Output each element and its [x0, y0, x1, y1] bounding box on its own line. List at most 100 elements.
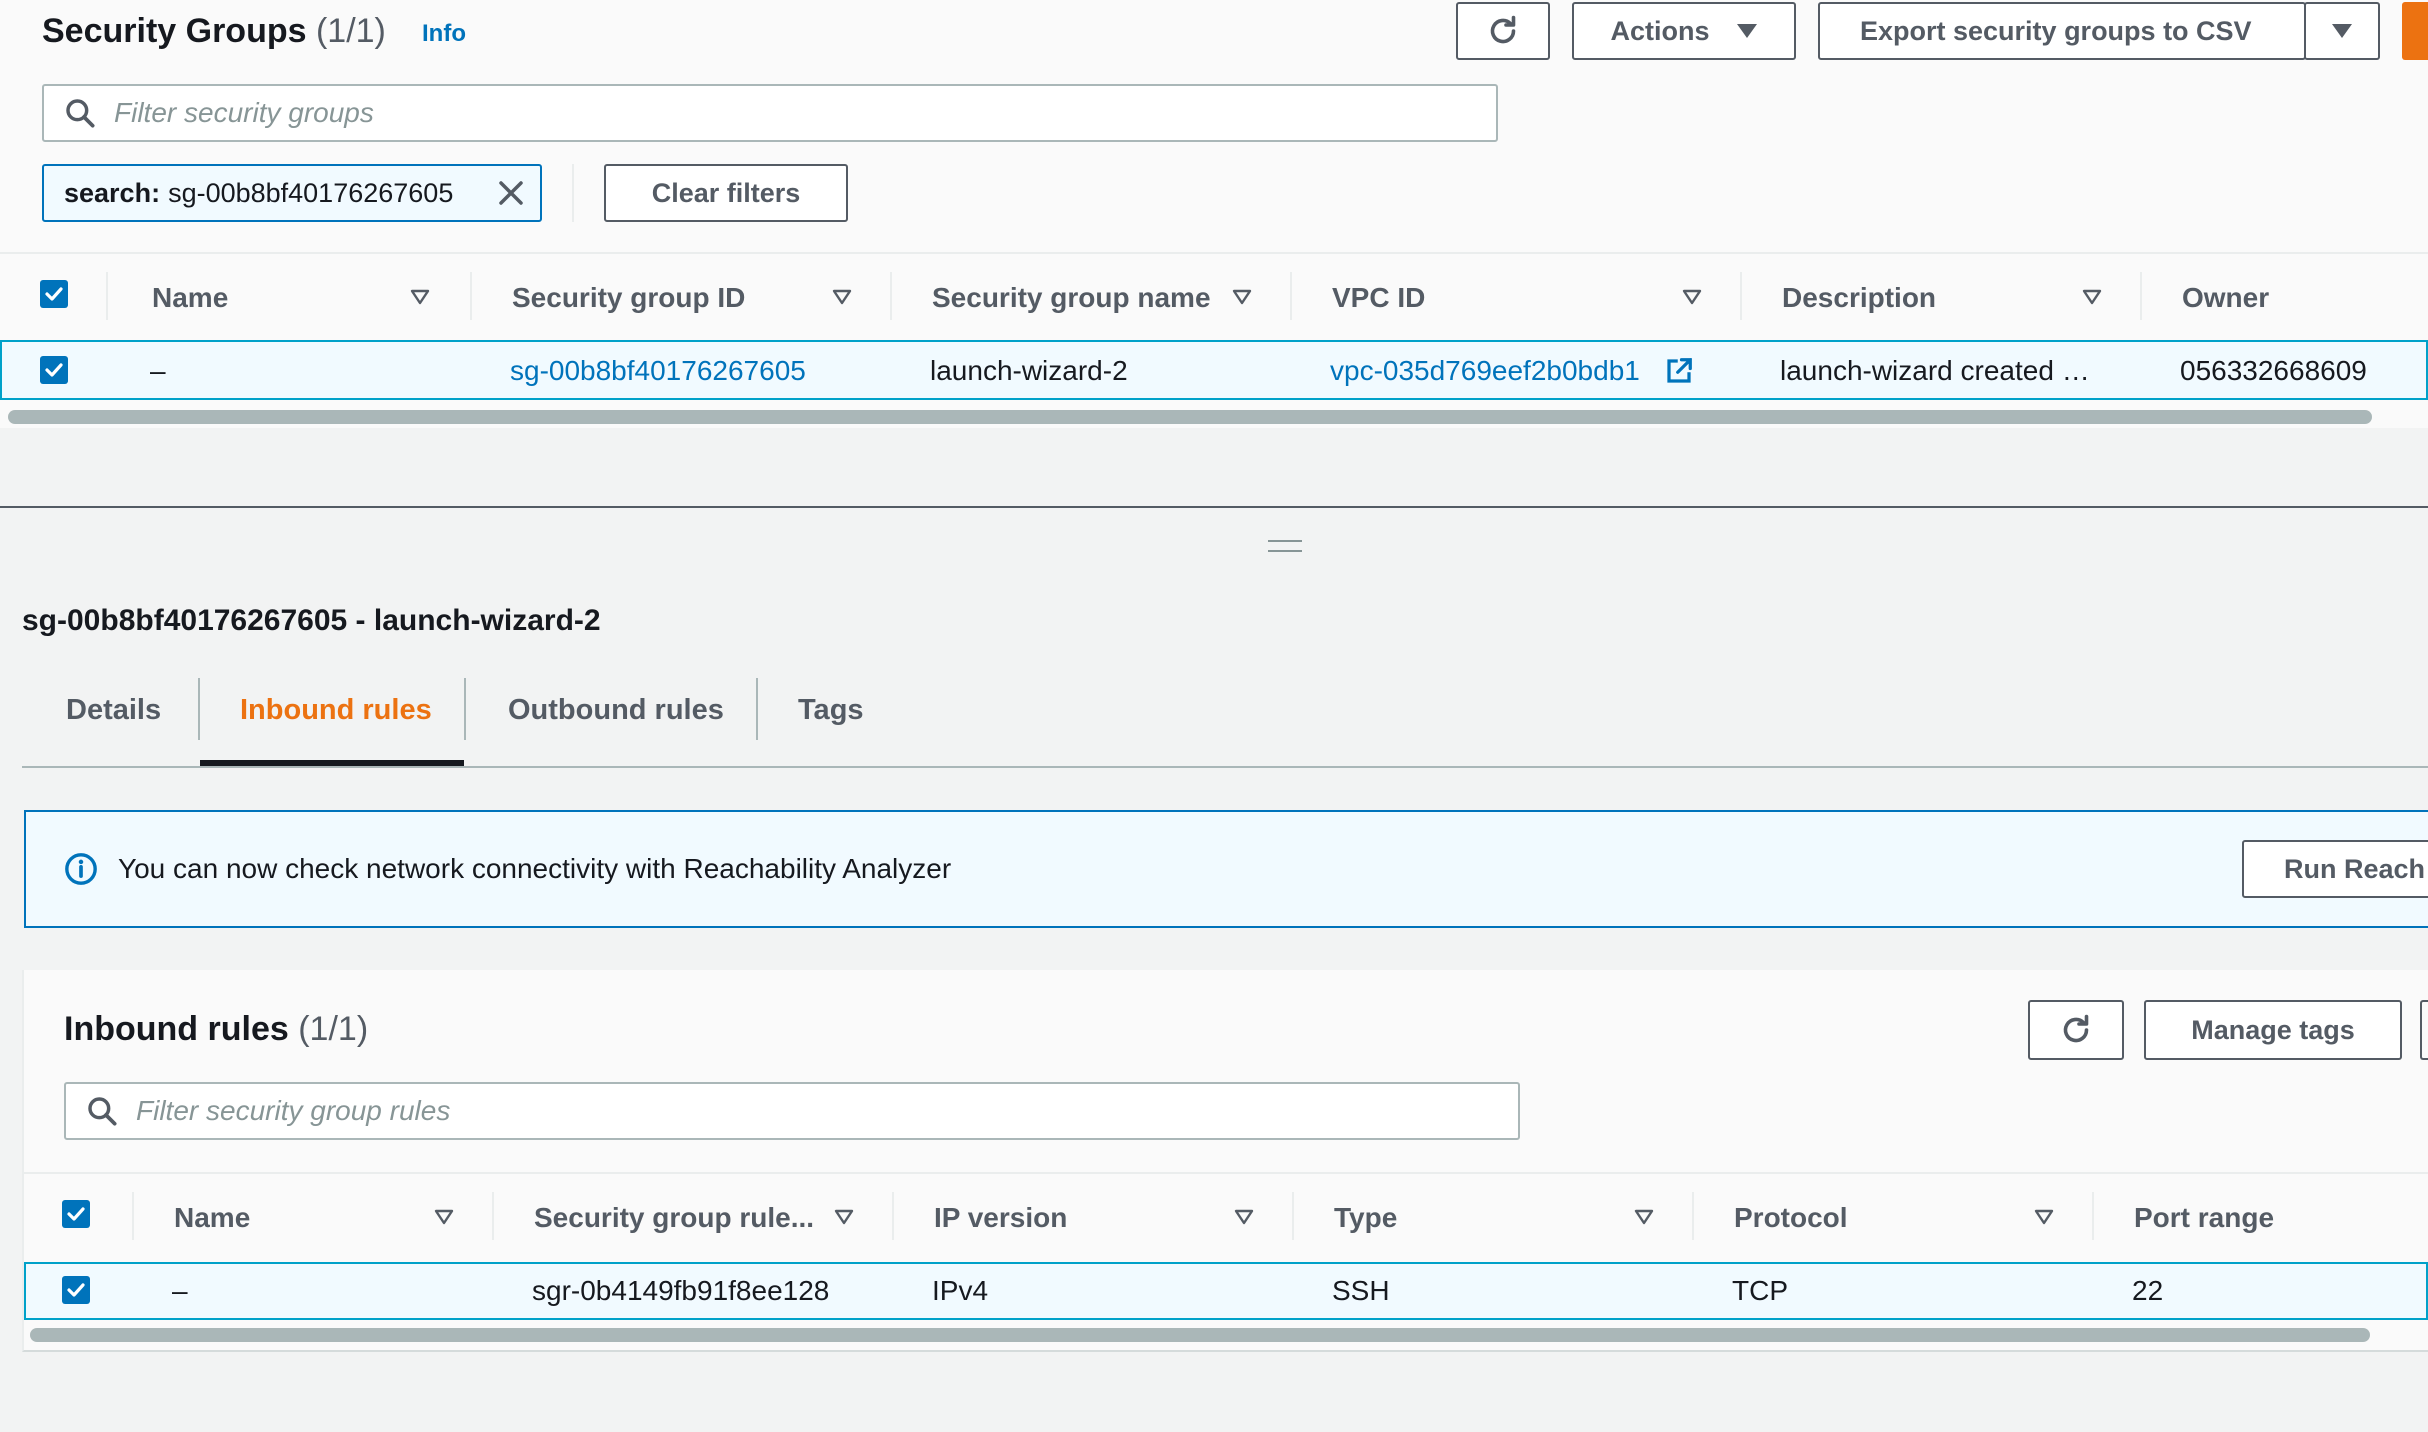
column-header-security-group-name[interactable]: Security group name [932, 282, 1211, 314]
search-icon [66, 99, 95, 128]
sort-icon[interactable] [2082, 289, 2102, 305]
tab-details[interactable]: Details [66, 694, 161, 727]
primary-action-button[interactable] [2402, 2, 2428, 60]
split-panel-divider [0, 506, 2428, 508]
export-csv-label: Export security groups to CSV [1860, 15, 2252, 46]
detail-title: sg-00b8bf40176267605 - launch-wizard-2 [22, 604, 601, 637]
inbound-cell-name: – [172, 1275, 188, 1306]
cell-vpc-id-link[interactable]: vpc-035d769eef2b0bdb1 [1330, 355, 1640, 387]
column-divider [1290, 272, 1292, 320]
inbound-column-header-port-range[interactable]: Port range [2134, 1202, 2274, 1234]
clear-filters-button[interactable]: Clear filters [604, 164, 848, 222]
tab-divider [198, 678, 200, 740]
inbound-horizontal-scrollbar[interactable] [30, 1328, 2370, 1342]
column-divider [106, 272, 108, 320]
actions-label: Actions [1610, 15, 1710, 46]
inbound-cell-ip-version: IPv4 [932, 1275, 989, 1306]
sort-icon[interactable] [832, 289, 852, 305]
sort-icon[interactable] [434, 1209, 454, 1225]
column-divider [2140, 272, 2142, 320]
select-all-checkbox[interactable] [40, 280, 68, 308]
caret-down-icon [2332, 24, 2352, 38]
table-top-border [0, 252, 2428, 254]
column-divider [470, 272, 472, 320]
tab-divider [464, 678, 466, 740]
column-divider [1740, 272, 1742, 320]
manage-tags-button[interactable]: Manage tags [2144, 1000, 2402, 1060]
cell-description: launch-wizard created … [1780, 355, 2090, 386]
column-header-security-group-id[interactable]: Security group ID [512, 282, 745, 314]
tab-outbound-rules[interactable]: Outbound rules [508, 694, 724, 727]
table-row[interactable] [24, 1262, 2428, 1320]
column-header-name[interactable]: Name [152, 282, 228, 314]
security-groups-search[interactable] [42, 84, 1498, 142]
tabs-bottom-border [22, 766, 2428, 768]
inbound-refresh-button[interactable] [2028, 1000, 2124, 1060]
tab-tags[interactable]: Tags [798, 694, 864, 727]
export-dropdown-button[interactable] [2304, 2, 2380, 60]
filter-token-key: search: [64, 177, 161, 208]
security-groups-count: (1/1) [315, 12, 386, 50]
column-divider [892, 1192, 894, 1240]
actions-button[interactable]: Actions [1572, 2, 1796, 60]
inbound-column-header-name[interactable]: Name [174, 1202, 250, 1234]
run-reachability-analyzer-label: Run Reach [2284, 853, 2426, 884]
edit-inbound-rules-button[interactable] [2420, 1000, 2428, 1060]
sort-icon[interactable] [1234, 1209, 1254, 1225]
inbound-cell-port-range: 22 [2132, 1275, 2164, 1306]
refresh-button[interactable] [1456, 2, 1550, 60]
inbound-column-header-rule-id[interactable]: Security group rule... [534, 1202, 814, 1234]
resize-handle[interactable] [1268, 540, 1302, 552]
inbound-rules-search[interactable] [64, 1082, 1520, 1140]
inbound-column-header-type[interactable]: Type [1334, 1202, 1397, 1234]
filter-token-value: sg-00b8bf40176267605 [168, 177, 454, 208]
inbound-rules-search-input[interactable] [136, 1084, 1518, 1138]
info-link[interactable]: Info [422, 20, 466, 48]
checkmark-icon [67, 1207, 85, 1221]
horizontal-scrollbar[interactable] [8, 410, 2372, 424]
cell-security-group-name: launch-wizard-2 [930, 355, 1128, 386]
refresh-icon [2063, 1014, 2089, 1043]
column-divider [132, 1192, 134, 1240]
inbound-column-header-ip-version[interactable]: IP version [934, 1202, 1067, 1234]
inbound-row-checkbox[interactable] [62, 1276, 90, 1304]
security-groups-heading: Security Groups (1/1) [42, 14, 386, 48]
checkmark-icon [45, 287, 63, 301]
sort-icon[interactable] [834, 1209, 854, 1225]
column-divider [1692, 1192, 1694, 1240]
row-checkbox[interactable] [40, 356, 68, 384]
column-divider [492, 1192, 494, 1240]
inbound-cell-type: SSH [1332, 1275, 1390, 1306]
sort-icon[interactable] [1232, 289, 1252, 305]
info-icon [65, 853, 97, 885]
column-header-description[interactable]: Description [1782, 282, 1936, 314]
column-divider [2092, 1192, 2094, 1240]
tab-inbound-rules[interactable]: Inbound rules [240, 694, 432, 727]
inbound-rules-title: Inbound rules [64, 1010, 289, 1048]
export-csv-button[interactable]: Export security groups to CSV [1818, 2, 2306, 60]
inbound-table-top-border [24, 1172, 2428, 1174]
cell-security-group-id-link[interactable]: sg-00b8bf40176267605 [510, 355, 806, 387]
filter-token: search: sg-00b8bf40176267605 [42, 164, 542, 222]
inbound-rules-count: (1/1) [298, 1010, 369, 1048]
tab-divider [756, 678, 758, 740]
external-link-icon[interactable] [1664, 356, 1694, 386]
clear-filters-label: Clear filters [651, 177, 801, 208]
inbound-column-header-protocol[interactable]: Protocol [1734, 1202, 1848, 1234]
run-reachability-analyzer-button[interactable]: Run Reach [2242, 840, 2428, 898]
sort-icon[interactable] [1634, 1209, 1654, 1225]
sort-icon[interactable] [1682, 289, 1702, 305]
security-groups-search-input[interactable] [114, 86, 1496, 140]
column-header-owner[interactable]: Owner [2182, 282, 2269, 314]
inbound-cell-rule-id: sgr-0b4149fb91f8ee128 [532, 1275, 830, 1306]
cell-name: – [150, 355, 166, 386]
sort-icon[interactable] [410, 289, 430, 305]
manage-tags-label: Manage tags [2191, 1014, 2355, 1045]
sort-icon[interactable] [2034, 1209, 2054, 1225]
remove-filter-icon[interactable] [496, 178, 526, 208]
column-divider [1292, 1192, 1294, 1240]
inbound-rules-heading: Inbound rules (1/1) [64, 1012, 368, 1046]
refresh-icon [1490, 15, 1516, 44]
column-header-vpc-id[interactable]: VPC ID [1332, 282, 1425, 314]
inbound-select-all-checkbox[interactable] [62, 1200, 90, 1228]
